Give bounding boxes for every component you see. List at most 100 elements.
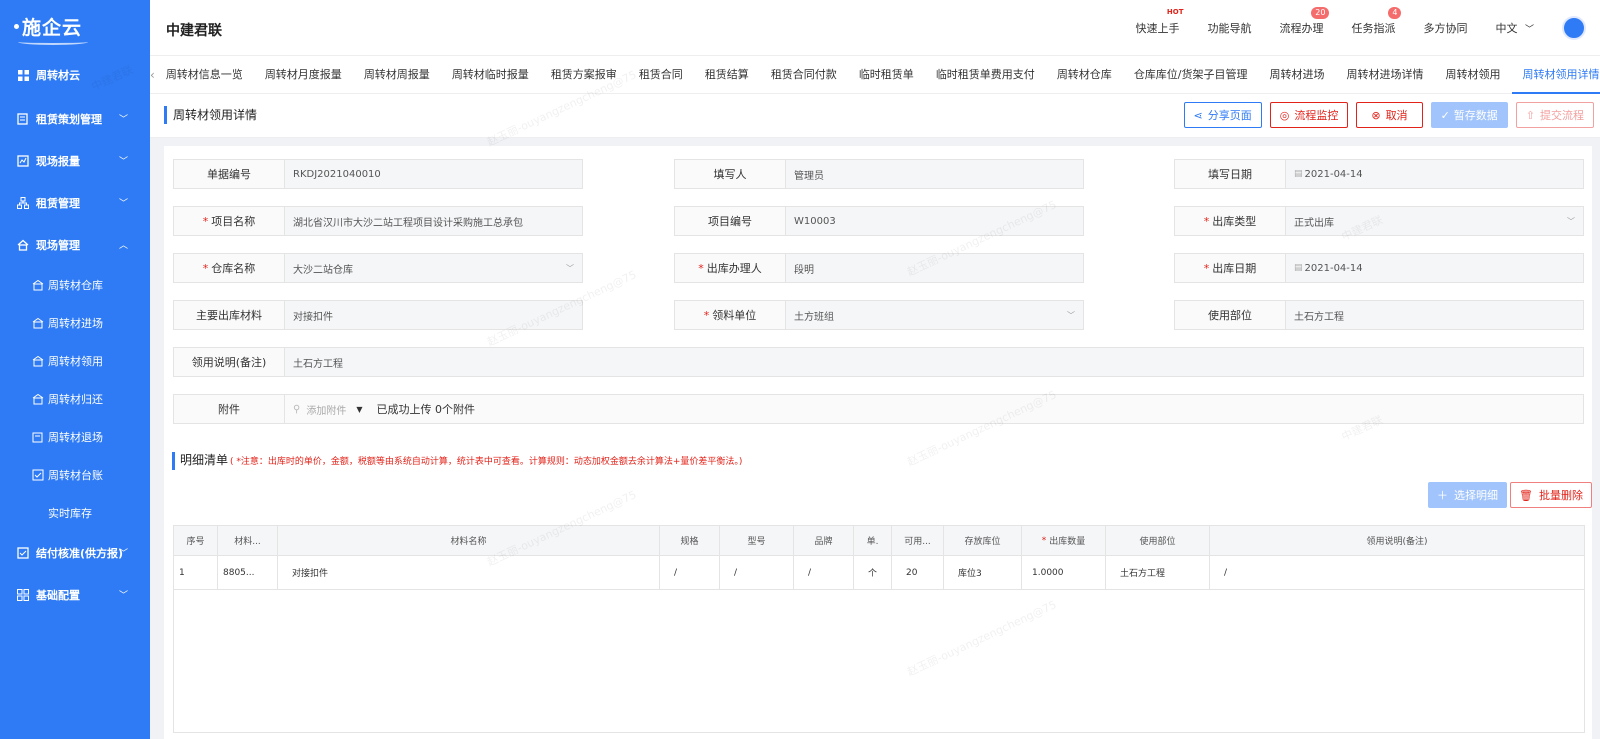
sidebar-item-rental-plan[interactable]: 租赁策划管理 ﹀ [0,98,150,140]
field-attachment: 附件 ⚲ 添加附件 ▼ 已成功上传 0个附件 [173,394,1584,424]
field-project-no: 项目编号 W10003 [674,206,1084,236]
tab-item[interactable]: 临时租赁单 [848,56,925,94]
field-filler: 填写人 管理员 [674,159,1084,189]
sidebar-sub-entry[interactable]: 周转材进场 [0,304,150,342]
chevron-down-icon: ﹀ [1524,25,1534,35]
tab-item[interactable]: 租赁方案报审 [540,56,628,94]
share-icon: ⋖ [1193,108,1203,122]
link-icon: ⚲ [293,403,301,415]
tab-item[interactable]: 周转材周报量 [353,56,441,94]
upload-icon: ⇧ [1525,108,1535,122]
tab-item[interactable]: 临时租赁单费用支付 [925,56,1046,94]
fill-date-input[interactable]: ▤ 2021-04-14 [1286,159,1584,189]
project-no-input[interactable]: W10003 [786,206,1084,236]
process-badge: 20 [1311,7,1330,19]
quantity-input[interactable]: 1.0000 [1022,556,1106,589]
tab-item[interactable]: 仓库库位/货架子目管理 [1123,56,1259,94]
submit-button[interactable]: ⇧ 提交流程 [1515,102,1594,128]
sidebar-sub-warehouse[interactable]: 周转材仓库 [0,266,150,304]
filler-input[interactable]: 管理员 [786,159,1084,189]
sidebar-sub-receive[interactable]: 周转材领用 [0,342,150,380]
sidebar-item-rental-management[interactable]: 租赁管理 ﹀ [0,182,150,224]
return-icon [32,393,44,405]
exit-icon [32,431,44,443]
field-main-material: 主要出库材料 对接扣件 [173,300,583,330]
detail-note: ( *注意：出库时的单价，金额，税额等由系统自动计算，统计表中可查看。计算规则：… [230,457,743,467]
add-attachment-button[interactable]: 添加附件 [306,402,346,417]
calendar-icon: ▤ [1294,263,1303,273]
sidebar-sub-return[interactable]: 周转材归还 [0,380,150,418]
tab-item[interactable]: 周转材月度报量 [254,56,353,94]
chevron-down-icon: ﹀ [118,199,128,209]
out-date-input[interactable]: ▤ 2021-04-14 [1286,253,1584,283]
tab-item[interactable]: 周转材临时报量 [441,56,540,94]
select-detail-button[interactable]: ＋选择明细 [1428,482,1507,508]
tab-item[interactable]: 周转材进场详情 [1336,56,1435,94]
sidebar-sub-stock[interactable]: 实时库存 [0,494,150,532]
sidebar-sub-exit[interactable]: 周转材退场 [0,418,150,456]
calendar-icon: ▤ [1294,169,1303,179]
plus-icon: ＋ [1437,489,1448,502]
cancel-button[interactable]: ⊗ 取消 [1356,102,1423,128]
table-header: 序号 材料... 材料名称 规格 型号 品牌 单. 可用... 存放库位 * 出库… [174,526,1584,556]
sidebar-item-config[interactable]: 基础配置 ﹀ [0,574,150,616]
feature-nav-link[interactable]: 功能导航 [1207,20,1251,36]
collab-link[interactable]: 多方协同 [1423,20,1467,36]
field-receiver: * 领料单位 土方班组 ﹀ [674,300,1084,330]
project-name-input[interactable]: 湖北省汉川市大沙二站工程项目设计采购施工总承包 [285,206,583,236]
detail-section-title: 明细清单( *注意：出库时的单价，金额，税额等由系统自动计算，统计表中可查看。计… [172,452,742,470]
save-draft-button[interactable]: ✓ 暂存数据 [1430,102,1508,128]
doc-no-input[interactable]: RKDJ2021040010 [285,159,583,189]
field-department: 使用部位 土石方工程 [1174,300,1584,330]
sidebar-item-settlement[interactable]: 结付核准(供方报) ﹀ [0,532,150,574]
task-link[interactable]: 任务指派 4 [1351,7,1402,36]
tab-item[interactable]: 周转材领用 [1435,56,1512,94]
grid-icon [16,68,30,82]
field-project-name: * 项目名称 湖北省汉川市大沙二站工程项目设计采购施工总承包 [173,206,583,236]
tab-item[interactable]: 租赁合同 [628,56,694,94]
sidebar: 施企云 周转材云 租赁策划管理 ﹀ 现场报量 ﹀ 租赁管理 ﹀ 现场管理 ︿ 周… [0,0,150,739]
tab-item[interactable]: 周转材仓库 [1046,56,1123,94]
tab-item[interactable]: 租赁结算 [694,56,760,94]
sidebar-sub-ledger[interactable]: 周转材台账 [0,456,150,494]
chevron-up-icon: ︿ [118,241,128,251]
report-icon [16,154,30,168]
tab-item[interactable]: 租赁合同付款 [760,56,848,94]
tab-item[interactable]: 周转材信息一览 [155,56,254,94]
tab-item[interactable]: 周转材进场 [1259,56,1336,94]
batch-delete-button[interactable]: 🗑 批量删除 [1510,482,1592,508]
chevron-down-icon: ﹀ [118,549,128,559]
company-name: 中建君联 [166,23,222,39]
share-button[interactable]: ⋖ 分享页面 [1183,102,1262,128]
monitor-icon: ◎ [1279,108,1290,122]
org-icon [16,196,30,210]
receiver-select[interactable]: 土方班组 ﹀ [786,300,1084,330]
sidebar-item-site-report[interactable]: 现场报量 ﹀ [0,140,150,182]
chevron-down-icon: ﹀ [1567,217,1575,226]
field-out-type: * 出库类型 正式出库 ﹀ [1174,206,1584,236]
handler-input[interactable]: 段明 [786,253,1084,283]
chevron-down-icon: ﹀ [118,591,128,601]
warehouse-select[interactable]: 大沙二站仓库 ﹀ [285,253,583,283]
chevron-down-icon: ﹀ [118,157,128,167]
sidebar-item-site-management[interactable]: 现场管理 ︿ [0,224,150,266]
chevron-down-icon: ﹀ [1067,311,1075,320]
field-out-date: * 出库日期 ▤ 2021-04-14 [1174,253,1584,283]
language-select[interactable]: 中文 ﹀ [1495,20,1534,36]
department-input[interactable]: 土石方工程 [1286,300,1584,330]
table-row[interactable]: 1 8805... 对接扣件 / / / 个 20 库位3 1.0000 土石方… [174,556,1584,590]
main-material-input[interactable]: 对接扣件 [285,300,583,330]
sidebar-item-turnover-cloud[interactable]: 周转材云 [0,52,150,98]
chevron-down-icon: ﹀ [118,115,128,125]
attachment-dropdown[interactable]: ▼ [356,405,362,414]
tab-item-active[interactable]: 周转材领用详情 [1511,56,1600,94]
quick-start-link[interactable]: 快速上手 HOT [1135,8,1183,36]
monitor-button[interactable]: ◎ 流程监控 [1269,102,1349,128]
out-type-select[interactable]: 正式出库 ﹀ [1286,206,1584,236]
process-link[interactable]: 流程办理 20 [1279,7,1330,36]
avatar[interactable] [1562,16,1586,40]
remark-textarea[interactable]: 土石方工程 [285,347,1584,377]
plan-icon [16,112,30,126]
field-warehouse: * 仓库名称 大沙二站仓库 ﹀ [173,253,583,283]
page-header: 周转材领用详情 ⋖ 分享页面 ◎ 流程监控 ⊗ 取消 ✓ 暂存数据 ⇧ 提交流程 [150,94,1600,138]
